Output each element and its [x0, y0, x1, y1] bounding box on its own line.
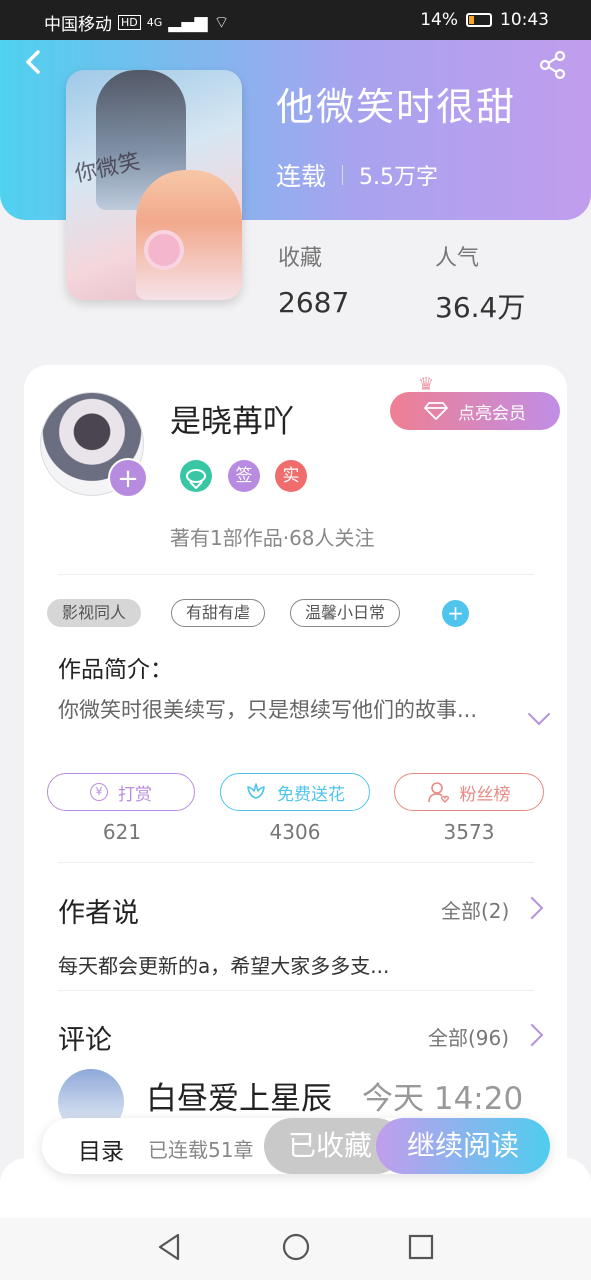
stat-popularity: 人气 36.4万: [435, 240, 525, 326]
share-icon[interactable]: [538, 50, 568, 80]
word-count: 5.5万字: [359, 165, 439, 190]
tag-item[interactable]: 有甜有虐: [171, 599, 266, 627]
back-triangle-icon[interactable]: [155, 1232, 185, 1262]
home-circle-icon[interactable]: [281, 1232, 311, 1262]
author-works-info: 著有1部作品·68人关注: [170, 526, 375, 550]
flower-count: 4306: [269, 820, 321, 844]
cover-headphones: [144, 230, 184, 270]
divider: [58, 862, 534, 863]
network-label: 4G: [146, 16, 163, 29]
author-name[interactable]: 是晓苒吖: [170, 396, 294, 441]
comments-all-link[interactable]: 全部(96): [428, 1022, 509, 1051]
author-says-text[interactable]: 每天都会更新的a，希望大家多多支...: [58, 950, 389, 979]
book-meta: 连载 5.5万字: [276, 157, 438, 193]
flower-icon: [247, 783, 265, 799]
tip-button-label: 打赏: [118, 784, 152, 805]
vip-button[interactable]: 点亮会员: [390, 392, 560, 430]
fan-icon: [427, 782, 449, 803]
vip-button-label: 点亮会员: [458, 403, 526, 424]
fan-ranking-label: 粉丝榜: [459, 784, 511, 805]
send-flower-label: 免费送花: [277, 784, 345, 805]
signal-icon: ▂▄▆: [168, 12, 208, 33]
meta-divider: [342, 165, 344, 185]
divider: [58, 574, 534, 575]
tag-item[interactable]: 影视同人: [47, 599, 142, 627]
carrier-label: 中国移动: [44, 15, 112, 35]
serial-chapters-label: 已连载51章: [148, 1138, 254, 1162]
follow-author-button[interactable]: +: [108, 458, 148, 498]
divider: [58, 990, 534, 991]
recents-square-icon[interactable]: [406, 1232, 436, 1262]
stat-value: 2687: [278, 286, 350, 319]
commenter-name[interactable]: 白昼爱上星辰: [146, 1073, 332, 1118]
comment-time: 今天 14:20: [362, 1081, 524, 1117]
comments-title: 评论: [58, 1025, 112, 1056]
toc-button[interactable]: 目录: [78, 1132, 124, 1166]
tag-item[interactable]: 温馨小日常: [290, 599, 401, 627]
continue-reading-button[interactable]: 继续阅读: [376, 1118, 550, 1174]
book-cover[interactable]: 你微笑: [66, 70, 242, 300]
hd-indicator: HD: [118, 15, 141, 30]
yuan-icon: ¥: [90, 783, 108, 801]
signed-badge[interactable]: 签: [228, 460, 260, 492]
back-icon[interactable]: [20, 48, 48, 76]
intro-text: 你微笑时很美续写，只是想续写他们的故事...: [58, 698, 478, 722]
stat-label: 收藏: [278, 246, 323, 271]
add-tag-button[interactable]: +: [442, 600, 469, 627]
tip-count: 621: [102, 820, 142, 844]
status-bar: 中国移动 HD 4G ▂▄▆ ⌔ 14% 10:43: [0, 0, 591, 40]
battery-icon: [466, 13, 492, 27]
stat-label: 人气: [435, 246, 480, 271]
fan-ranking-button[interactable]: 粉丝榜: [394, 773, 544, 811]
tip-button[interactable]: ¥ 打赏: [47, 773, 195, 811]
clock: 10:43: [500, 10, 549, 30]
wifi-icon: ⌔: [213, 13, 230, 33]
author-says-all-link[interactable]: 全部(2): [441, 895, 509, 924]
level-badge-icon[interactable]: [180, 460, 212, 492]
intro-title: 作品简介：: [58, 657, 173, 683]
verified-badge[interactable]: 实: [275, 460, 307, 492]
battery-percent: 14%: [420, 10, 458, 30]
author-says-title: 作者说: [58, 898, 139, 929]
send-flower-button[interactable]: 免费送花: [220, 773, 370, 811]
stat-value: 36.4万: [435, 291, 526, 324]
diamond-icon: [424, 402, 448, 420]
fan-count: 3573: [443, 820, 495, 844]
serial-status: 连载: [276, 162, 327, 191]
stat-favorites: 收藏 2687: [278, 240, 349, 319]
book-title: 他微笑时很甜: [276, 85, 517, 129]
